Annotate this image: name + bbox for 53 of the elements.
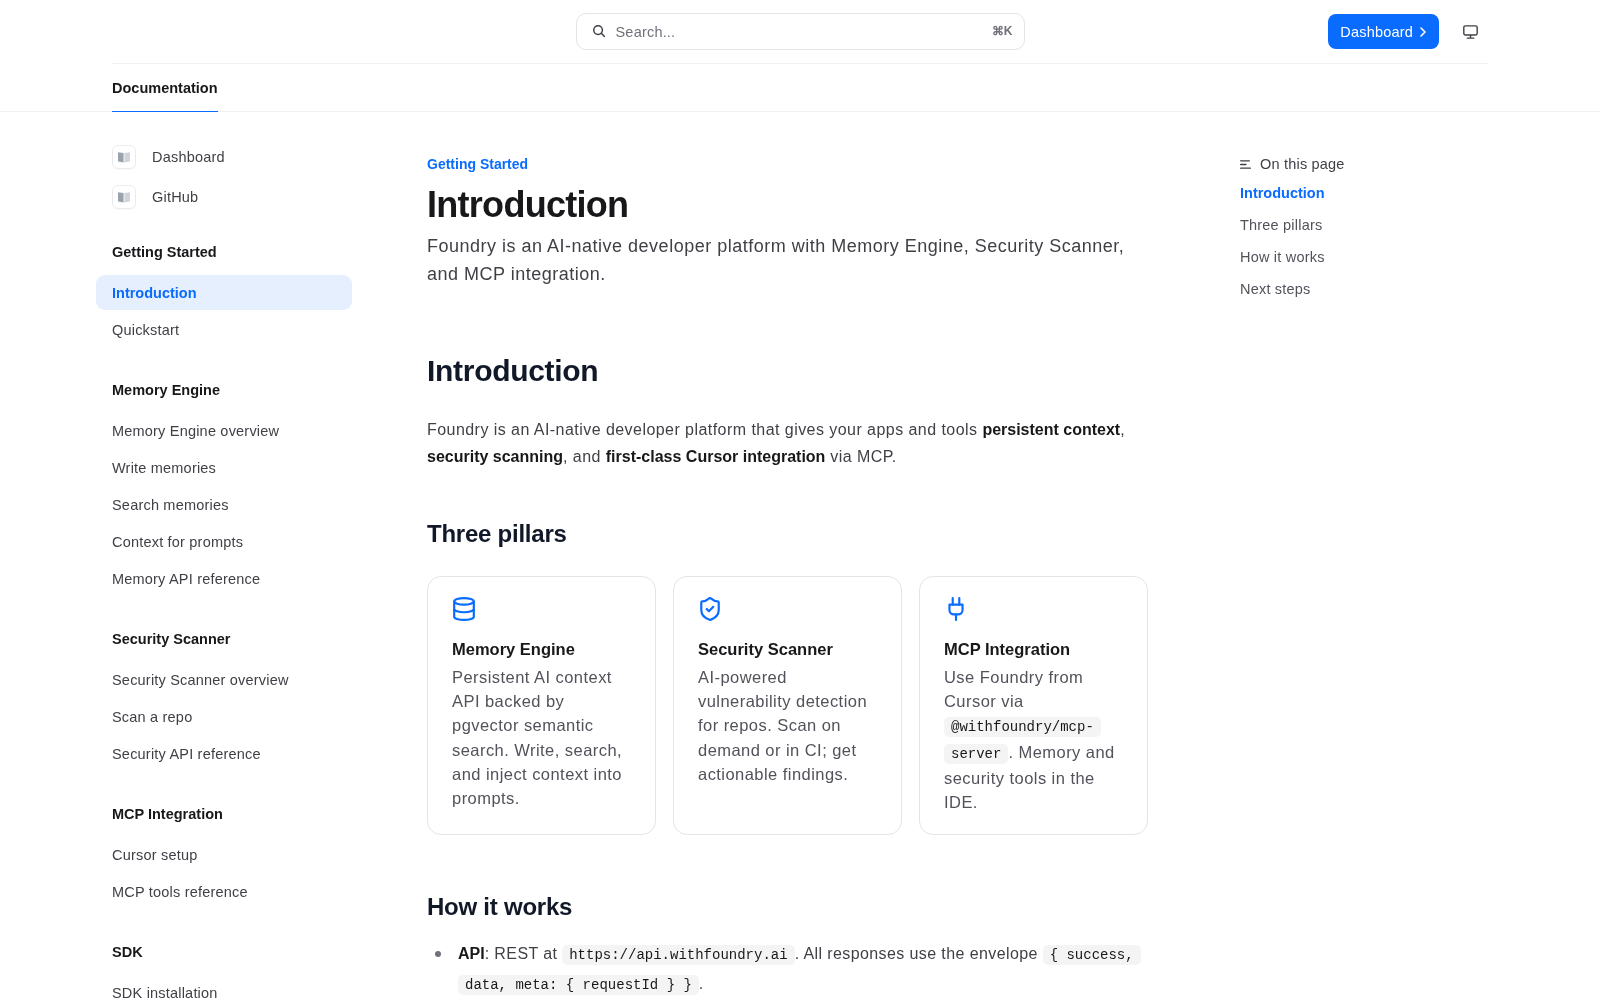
toc-link[interactable]: Next steps (1240, 279, 1311, 299)
sidebar-heading: Memory Engine (111, 381, 221, 400)
sidebar-item[interactable]: Quickstart (96, 312, 352, 347)
toc-link[interactable]: Three pillars (1240, 215, 1323, 235)
lines-icon (1240, 159, 1251, 169)
sidebar-heading: Getting Started (111, 243, 218, 262)
shortcut-hint: ⌘K (991, 23, 1013, 40)
sidebar-item[interactable]: Scan a repo (96, 699, 352, 734)
sidebar-item[interactable]: MCP tools reference (96, 874, 352, 909)
sidebar-item[interactable]: Context for prompts (96, 524, 352, 559)
card-title: Memory Engine (452, 639, 576, 660)
sidebar-item[interactable]: Security API reference (96, 736, 352, 771)
card-description: Persistent AI context API backed by pgvector semantic search. Write, search, and inject context into prompts. (452, 667, 624, 809)
shield-check-icon (698, 597, 722, 621)
toc-link[interactable]: Introduction (1240, 183, 1325, 203)
section-heading: How it works (427, 892, 574, 923)
search-icon (592, 25, 605, 37)
sidebar-item[interactable]: Search memories (96, 487, 352, 522)
bullet-icon (435, 951, 441, 958)
feature-card[interactable]: Security Scanner AI-powered vulnerability detection for repos. Scan on demand or in CI; get actionable findings. (673, 576, 902, 836)
book-icon (112, 145, 136, 169)
page-title: Introduction (427, 185, 630, 225)
sidebar-link[interactable]: GitHub (112, 185, 199, 209)
section-heading: Three pillars (427, 519, 568, 549)
sidebar-heading: Security Scanner (111, 630, 232, 649)
paragraph: Foundry is an AI-native developer platform that gives your apps and tools persistent context, security scanning, and first-class Cursor integration via MCP. (427, 420, 1127, 467)
sidebar-item[interactable]: Write memories (96, 450, 352, 485)
card-description: Use Foundry from Cursor via @withfoundry/mcp-server . Memory and security tools in the IDE. (944, 667, 1116, 813)
sidebar-link[interactable]: Dashboard (112, 145, 225, 169)
feature-card[interactable]: MCP Integration Use Foundry from Cursor via @withfoundry/mcp-server . Memory and security tools in the IDE. (919, 576, 1148, 836)
database-icon (452, 597, 476, 621)
toc-link[interactable]: How it works (1240, 247, 1325, 267)
breadcrumb: Getting Started (427, 155, 530, 174)
sidebar-item[interactable]: Introduction (96, 275, 352, 310)
chevron-right-icon (1420, 26, 1426, 37)
book-icon (112, 185, 136, 209)
section-heading: Introduction (427, 353, 600, 389)
toc-heading: On this page (1260, 155, 1345, 174)
feature-card[interactable]: Memory Engine Persistent AI context API backed by pgvector semantic search. Write, search, and inject context into prompts. (427, 576, 656, 836)
sidebar-item[interactable]: SDK installation (96, 975, 352, 1000)
sidebar-heading: SDK (111, 943, 144, 962)
sidebar-item[interactable]: Cursor setup (96, 837, 352, 872)
sidebar-item[interactable]: Security Scanner overview (96, 662, 352, 697)
dashboard-button[interactable]: Dashboard (1328, 14, 1439, 49)
tab[interactable]: Documentation (112, 64, 218, 112)
card-title: MCP Integration (944, 639, 1072, 660)
card-description: AI-powered vulnerability detection for repos. Scan on demand or in CI; get actionable findings. (698, 667, 869, 785)
sidebar-heading: MCP Integration (111, 805, 224, 824)
card-title: Security Scanner (698, 639, 834, 660)
lead-paragraph: Foundry is an AI-native developer platform with Memory Engine, Security Scanner, and MCP integration. (427, 235, 1126, 286)
sidebar-item[interactable]: Memory API reference (96, 561, 352, 596)
sidebar-item[interactable]: Memory Engine overview (96, 413, 352, 448)
monitor-icon[interactable] (1463, 24, 1478, 39)
